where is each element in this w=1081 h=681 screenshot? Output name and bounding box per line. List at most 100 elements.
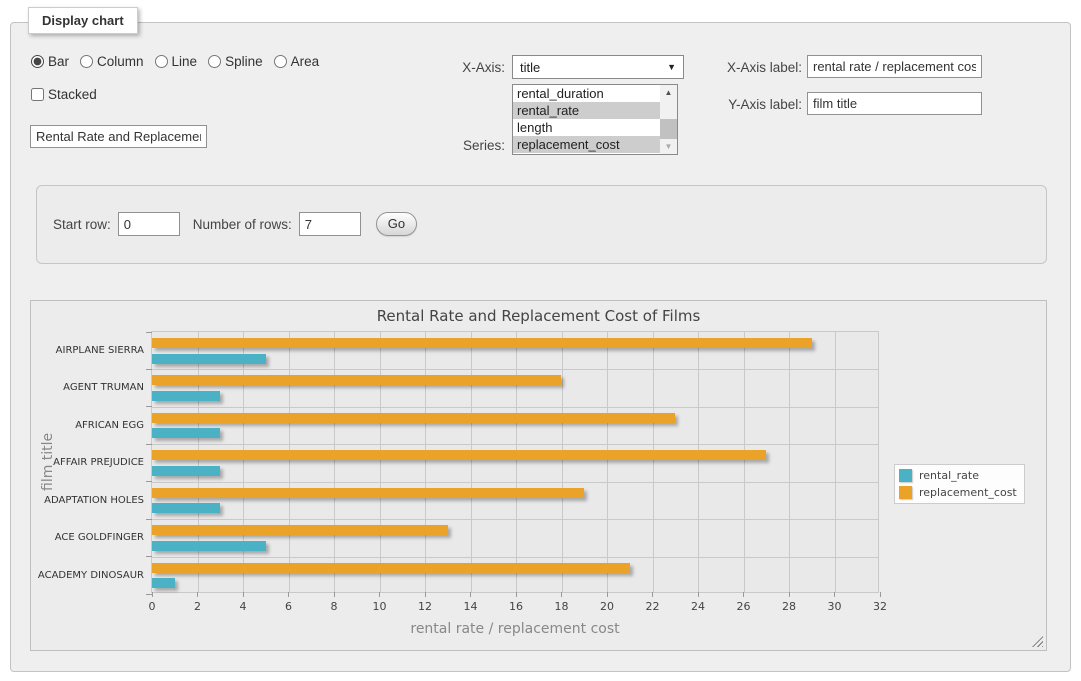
- gridline-vertical: [425, 332, 426, 592]
- x-axis-tick-label: 30: [820, 600, 850, 613]
- chart-x-axis-title: rental rate / replacement cost: [151, 621, 879, 637]
- chart: Rental Rate and Replacement Cost of Film…: [30, 300, 1047, 651]
- bar-replacement_cost: [152, 413, 675, 423]
- gridline-vertical: [607, 332, 608, 592]
- gridline-vertical: [243, 332, 244, 592]
- gridline-vertical: [562, 332, 563, 592]
- resize-handle-icon[interactable]: [1032, 636, 1043, 647]
- start-row-input[interactable]: [118, 212, 180, 236]
- chart-title: Rental Rate and Replacement Cost of Film…: [31, 307, 1046, 325]
- chart-type-label: Bar: [48, 54, 69, 69]
- x-axis-tick-mark: [288, 592, 289, 597]
- x-axis-tick-label: 24: [683, 600, 713, 613]
- x-axis-tick-label: 20: [592, 600, 622, 613]
- chart-type-radio-spline[interactable]: [208, 55, 221, 68]
- x-axis-label-input[interactable]: [807, 55, 982, 78]
- x-axis-tick-label: 0: [137, 600, 167, 613]
- bar-rental_rate: [152, 541, 266, 551]
- x-axis-tick-label: 32: [865, 600, 895, 613]
- bar-rental_rate: [152, 354, 266, 364]
- bar-replacement_cost: [152, 375, 561, 385]
- page: Display chart Bar Column Line Spline Are…: [0, 0, 1081, 681]
- gridline-vertical: [698, 332, 699, 592]
- y-axis-label-field-label: Y-Axis label:: [712, 97, 802, 112]
- scroll-down-arrow-icon[interactable]: ▼: [660, 139, 677, 154]
- chart-type-option-line[interactable]: Line: [155, 54, 198, 69]
- chart-title-input[interactable]: [30, 125, 207, 148]
- legend-item: replacement_cost: [899, 486, 1017, 499]
- y-axis-tick-mark: [146, 594, 152, 595]
- bar-rental_rate: [152, 578, 175, 588]
- chart-type-label: Line: [172, 54, 198, 69]
- series-option[interactable]: replacement_cost: [513, 136, 660, 153]
- y-axis-tick-mark: [146, 406, 152, 407]
- stacked-label: Stacked: [48, 87, 97, 102]
- x-axis-tick-mark: [379, 592, 380, 597]
- gridline-horizontal: [152, 369, 878, 370]
- scroll-up-arrow-icon[interactable]: ▲: [660, 85, 677, 100]
- x-axis-tick-mark: [425, 592, 426, 597]
- x-axis-tick-label: 18: [547, 600, 577, 613]
- chart-legend: rental_rate replacement_cost: [894, 464, 1025, 504]
- chart-type-radio-area[interactable]: [274, 55, 287, 68]
- y-axis-tick-mark: [146, 556, 152, 557]
- x-axis-tick-label: 26: [729, 600, 759, 613]
- series-listbox[interactable]: rental_duration rental_rate length repla…: [512, 84, 678, 155]
- legend-item: rental_rate: [899, 469, 1017, 482]
- series-listbox-label: Series:: [452, 138, 505, 153]
- x-axis-tick-label: 8: [319, 600, 349, 613]
- bar-replacement_cost: [152, 450, 766, 460]
- scrollbar-thumb[interactable]: [660, 119, 677, 139]
- x-axis-tick-mark: [743, 592, 744, 597]
- y-axis-label-input[interactable]: [807, 92, 982, 115]
- series-option[interactable]: rental_duration: [513, 85, 660, 102]
- stacked-option[interactable]: Stacked: [31, 87, 97, 102]
- num-rows-input[interactable]: [299, 212, 361, 236]
- gridline-vertical: [380, 332, 381, 592]
- stacked-checkbox[interactable]: [31, 88, 44, 101]
- x-axis-tick-label: 2: [183, 600, 213, 613]
- x-axis-tick-label: 28: [774, 600, 804, 613]
- bar-rental_rate: [152, 391, 220, 401]
- go-button[interactable]: Go: [376, 212, 417, 236]
- bar-rental_rate: [152, 466, 220, 476]
- num-rows-label: Number of rows:: [193, 217, 292, 232]
- chart-type-label: Column: [97, 54, 144, 69]
- listbox-scrollbar[interactable]: ▲ ▼: [660, 85, 677, 154]
- chart-type-radio-bar[interactable]: [31, 55, 44, 68]
- x-axis-tick-mark: [834, 592, 835, 597]
- x-axis-tick-mark: [561, 592, 562, 597]
- series-option[interactable]: rental_rate: [513, 102, 660, 119]
- x-axis-selected-value: title: [520, 60, 540, 75]
- chart-type-option-area[interactable]: Area: [274, 54, 320, 69]
- x-axis-tick-label: 16: [501, 600, 531, 613]
- chart-type-option-bar[interactable]: Bar: [31, 54, 69, 69]
- x-axis-label-field-label: X-Axis label:: [712, 60, 802, 75]
- chart-type-radio-column[interactable]: [80, 55, 93, 68]
- y-axis-category-label: ACE GOLDFINGER: [36, 519, 144, 556]
- gridline-vertical: [516, 332, 517, 592]
- x-axis-tick-mark: [197, 592, 198, 597]
- bar-replacement_cost: [152, 525, 448, 535]
- series-option[interactable]: length: [513, 119, 660, 136]
- chart-type-option-spline[interactable]: Spline: [208, 54, 263, 69]
- x-axis-tick-mark: [880, 592, 881, 597]
- x-axis-tick-mark: [652, 592, 653, 597]
- chart-type-label: Area: [291, 54, 320, 69]
- y-axis-tick-mark: [146, 444, 152, 445]
- bar-replacement_cost: [152, 488, 584, 498]
- chart-type-label: Spline: [225, 54, 263, 69]
- gridline-horizontal: [152, 519, 878, 520]
- y-axis-tick-mark: [146, 519, 152, 520]
- bar-replacement_cost: [152, 563, 630, 573]
- y-axis-category-label: AGENT TRUMAN: [36, 369, 144, 406]
- y-axis-tick-mark: [146, 332, 152, 333]
- x-axis-tick-label: 14: [456, 600, 486, 613]
- x-axis-tick-mark: [243, 592, 244, 597]
- chart-type-option-column[interactable]: Column: [80, 54, 144, 69]
- x-axis-select[interactable]: title ▼: [512, 55, 684, 79]
- x-axis-tick-mark: [470, 592, 471, 597]
- select-dropdown-arrow-icon: ▼: [667, 62, 676, 72]
- chart-type-radio-line[interactable]: [155, 55, 168, 68]
- legend-swatch-replacement-cost: [899, 486, 912, 499]
